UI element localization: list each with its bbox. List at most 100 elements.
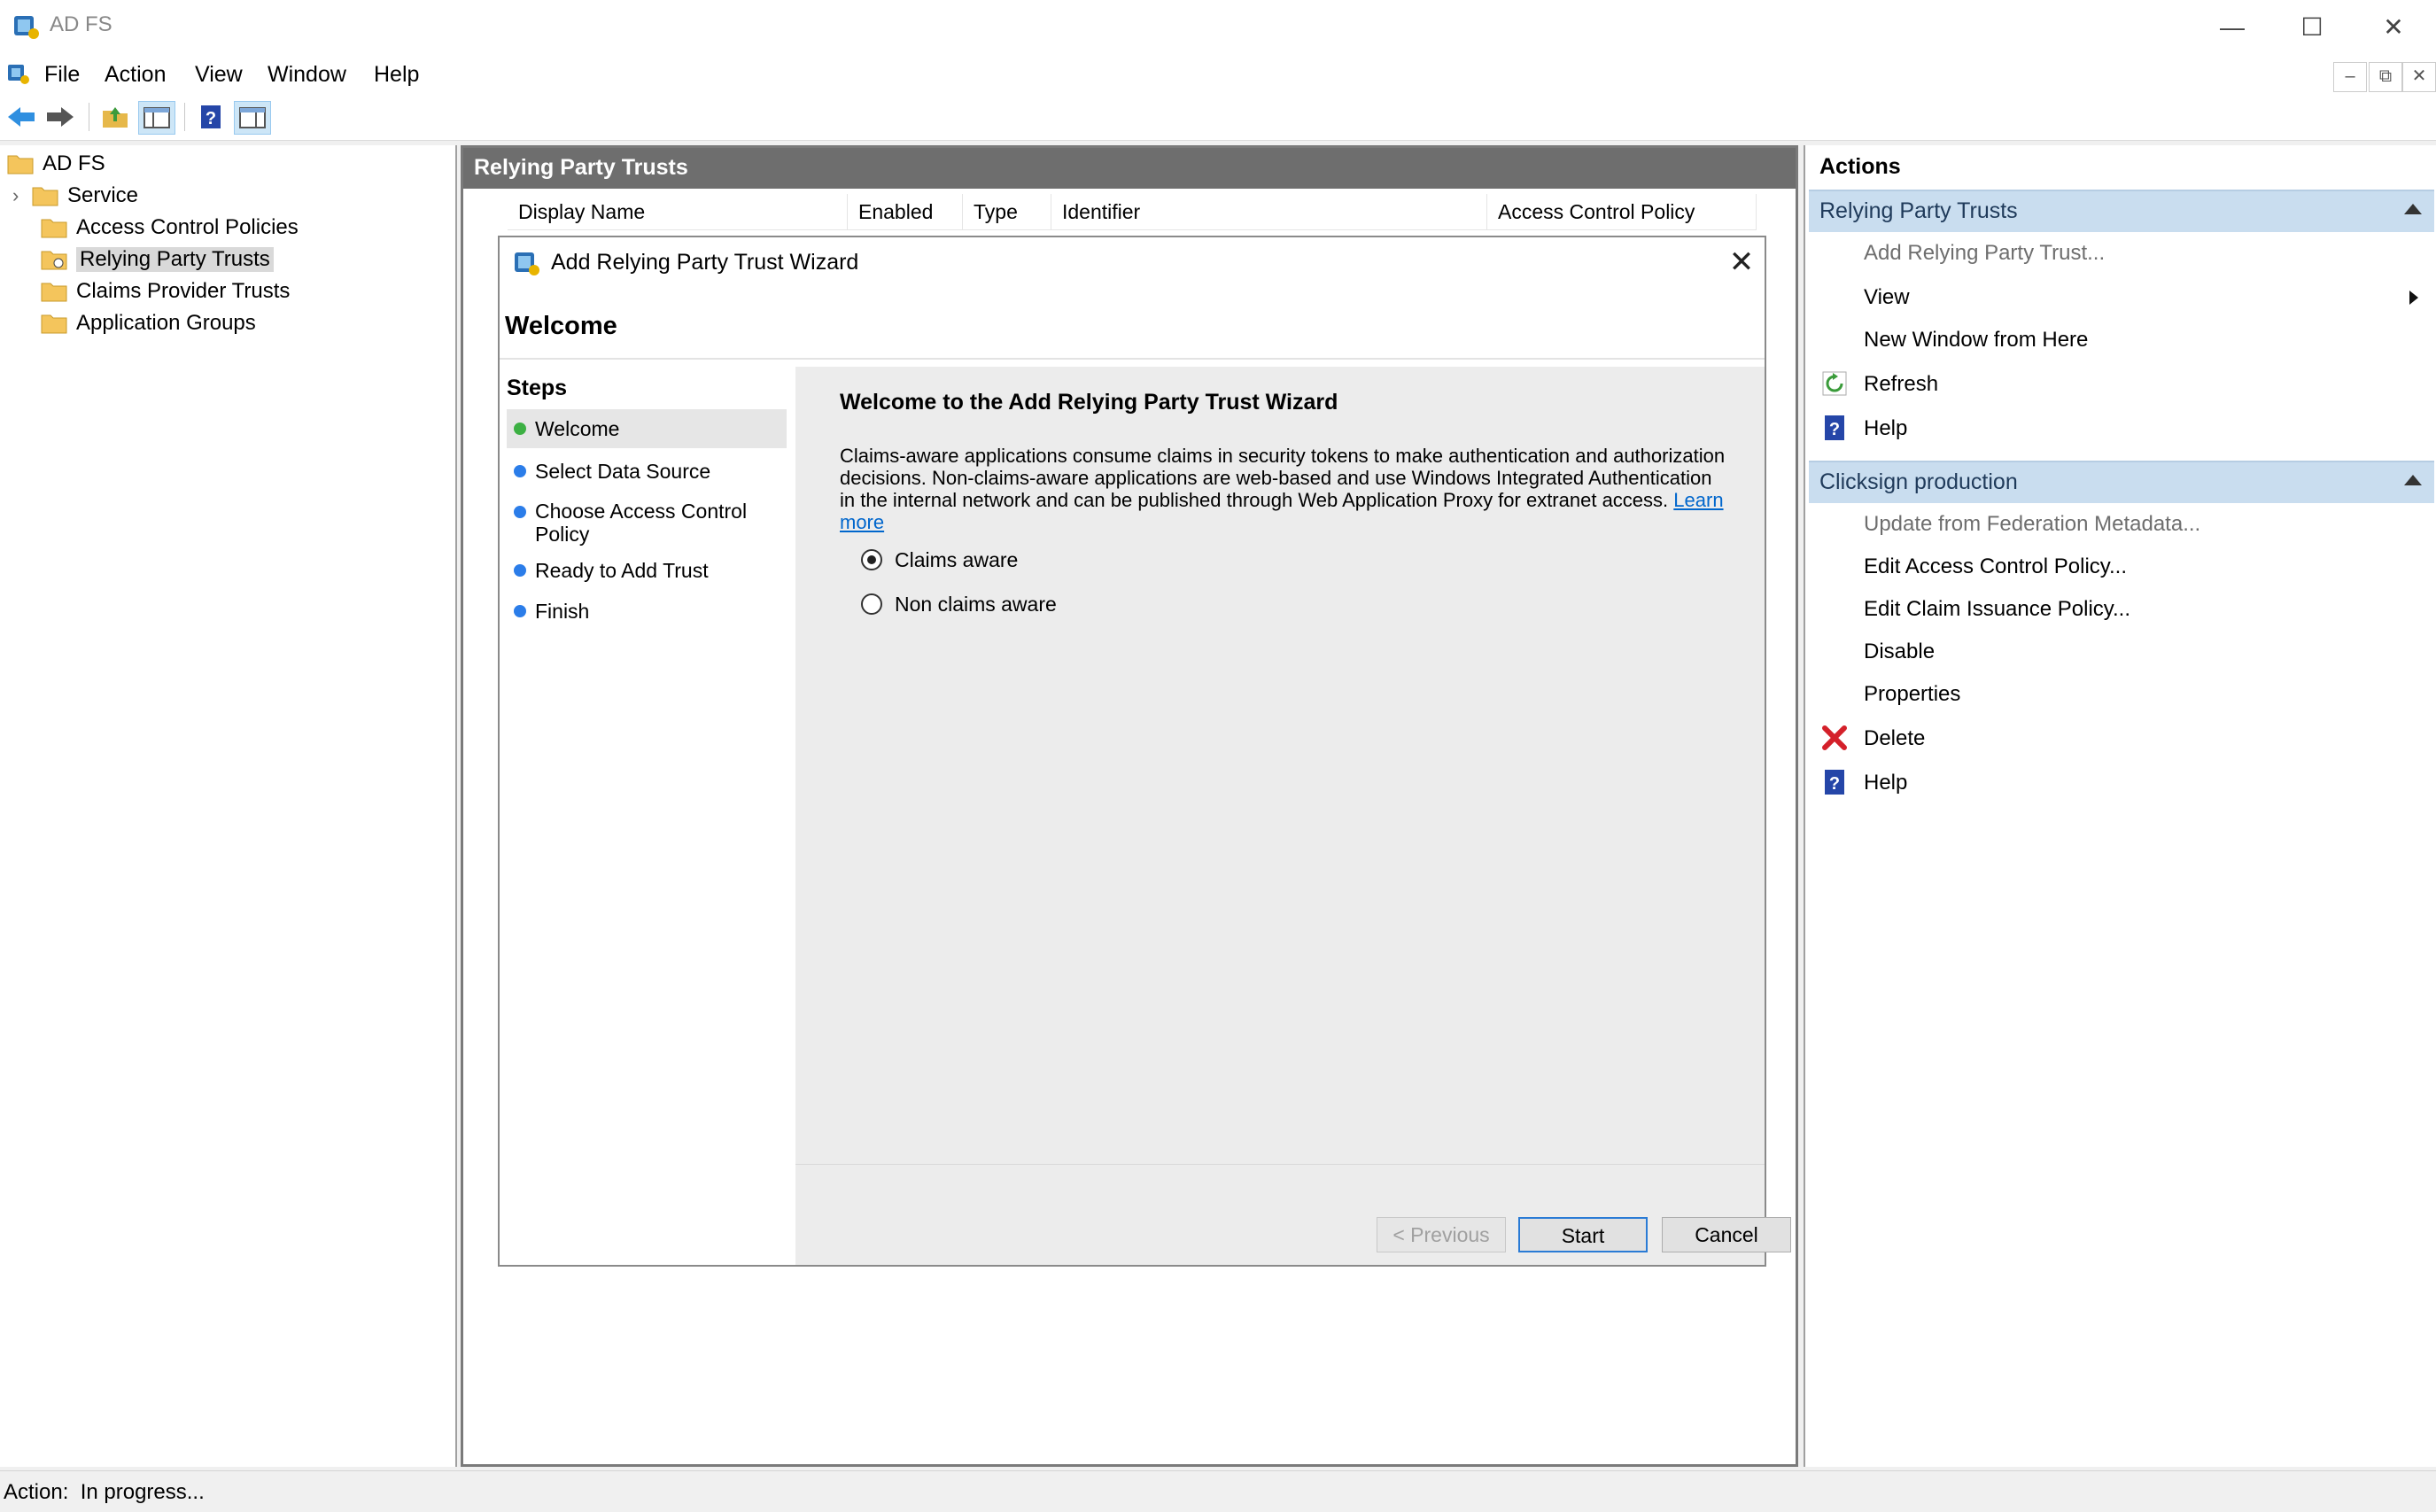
collapse-icon[interactable] <box>2404 475 2422 485</box>
step-status-dot-icon <box>514 564 526 577</box>
tree-item-label: Relying Party Trusts <box>76 247 274 272</box>
tree-root-label: AD FS <box>43 151 105 175</box>
tree-item-access-control-policies[interactable]: Access Control Policies <box>41 213 299 243</box>
toolbar: ? <box>0 94 2436 141</box>
wizard-title: Add Relying Party Trust Wizard <box>551 250 859 275</box>
actions-pane: Actions Relying Party Trusts Add Relying… <box>1804 145 2436 1467</box>
step-status-dot-icon <box>514 605 526 617</box>
action-edit-claim-issuance-policy[interactable]: Edit Claim Issuance Policy... <box>1864 597 2130 622</box>
show-hide-tree-icon <box>144 107 170 128</box>
tree-item-service[interactable]: › Service <box>12 181 138 211</box>
help-icon: ? <box>1825 415 1844 440</box>
section-title: Clicksign production <box>1819 469 2018 494</box>
tree-item-application-groups[interactable]: Application Groups <box>41 308 256 338</box>
folder-icon <box>7 155 34 174</box>
column-header-type[interactable]: Type <box>963 194 1051 229</box>
minimize-button[interactable]: — <box>2206 7 2259 48</box>
step-ready-to-add-trust: Ready to Add Trust <box>507 554 787 586</box>
forward-arrow-icon <box>47 107 74 127</box>
tree-item-label: Application Groups <box>76 311 256 335</box>
chevron-right-icon[interactable]: › <box>12 184 32 207</box>
submenu-arrow-icon <box>2409 291 2418 305</box>
option-non-claims-aware[interactable]: Non claims aware <box>861 588 1057 620</box>
folder-icon <box>41 314 67 334</box>
menu-help[interactable]: Help <box>374 62 419 88</box>
step-label: Select Data Source <box>535 460 711 483</box>
tree-root-adfs[interactable]: AD FS <box>7 149 105 179</box>
wizard-page-heading: Welcome <box>505 312 617 340</box>
action-properties[interactable]: Properties <box>1864 682 1960 707</box>
actions-section-relying-party-trusts[interactable]: Relying Party Trusts <box>1809 190 2434 232</box>
option-label: Claims aware <box>895 547 1019 571</box>
option-label: Non claims aware <box>895 592 1057 616</box>
refresh-icon <box>1822 371 1847 396</box>
step-label: Choose Access Control Policy <box>535 500 748 546</box>
action-edit-access-control-policy[interactable]: Edit Access Control Policy... <box>1864 554 2127 579</box>
action-delete[interactable]: Delete <box>1864 726 1925 751</box>
add-relying-party-trust-wizard: Add Relying Party Trust Wizard ✕ Welcome… <box>498 236 1791 1267</box>
menu-bar: File Action View Window Help – ⧉ ✕ <box>0 55 2436 94</box>
console-icon[interactable] <box>5 60 32 87</box>
show-hide-tree-button[interactable] <box>138 101 175 135</box>
menu-file[interactable]: File <box>44 62 80 88</box>
description-text: Claims-aware applications consume claims… <box>840 445 1726 511</box>
action-disable[interactable]: Disable <box>1864 640 1935 664</box>
option-claims-aware[interactable]: Claims aware <box>861 544 1018 576</box>
close-window-button[interactable]: ✕ <box>2367 7 2420 48</box>
adfs-app-icon <box>14 16 39 39</box>
start-button[interactable]: Start <box>1518 1217 1648 1252</box>
console-tree: AD FS › Service Access Control Policies … <box>0 145 457 1467</box>
step-label: Welcome <box>535 417 620 440</box>
step-welcome: Welcome <box>507 409 787 448</box>
up-level-button[interactable] <box>97 101 133 133</box>
forward-button[interactable] <box>43 101 78 133</box>
menu-window[interactable]: Window <box>268 62 346 88</box>
window-title: AD FS <box>50 12 112 36</box>
menu-view[interactable]: View <box>195 62 243 88</box>
action-help[interactable]: Help <box>1864 416 1907 441</box>
mdi-minimize-button[interactable]: – <box>2333 62 2367 92</box>
action-new-window-from-here[interactable]: New Window from Here <box>1864 328 2088 353</box>
tree-item-label: Access Control Policies <box>76 215 299 239</box>
svg-text:?: ? <box>1829 420 1840 439</box>
results-pane-title: Relying Party Trusts <box>474 155 688 180</box>
tree-item-claims-provider-trusts[interactable]: Claims Provider Trusts <box>41 276 290 306</box>
show-hide-action-pane-icon <box>239 107 266 128</box>
previous-button[interactable]: < Previous <box>1377 1217 1506 1252</box>
help-icon: ? <box>1825 770 1844 795</box>
step-label: Finish <box>535 600 590 623</box>
column-headers: Display Name Enabled Type Identifier Acc… <box>508 194 1757 230</box>
action-add-relying-party-trust[interactable]: Add Relying Party Trust... <box>1864 241 2105 266</box>
action-refresh[interactable]: Refresh <box>1864 372 1938 397</box>
wizard-content: Welcome to the Add Relying Party Trust W… <box>795 367 1791 1265</box>
section-title: Relying Party Trusts <box>1819 198 2018 223</box>
status-bar: Action: In progress... <box>0 1470 2436 1512</box>
radio-button[interactable] <box>861 593 882 615</box>
mdi-close-button[interactable]: ✕ <box>2402 62 2436 92</box>
action-help[interactable]: Help <box>1864 771 1907 795</box>
maximize-button[interactable]: ☐ <box>2285 7 2339 48</box>
help-button[interactable]: ? <box>193 101 229 133</box>
collapse-icon[interactable] <box>2404 204 2422 214</box>
wizard-icon <box>515 252 539 275</box>
back-button[interactable] <box>4 101 39 133</box>
divider <box>795 1164 1765 1165</box>
column-header-display-name[interactable]: Display Name <box>508 194 848 229</box>
mdi-restore-button[interactable]: ⧉ <box>2369 62 2402 92</box>
step-select-data-source: Select Data Source <box>507 455 787 487</box>
results-pane-header: Relying Party Trusts <box>463 148 1796 189</box>
actions-section-clicksign-production[interactable]: Clicksign production <box>1809 461 2434 503</box>
radio-button-selected[interactable] <box>861 549 882 570</box>
action-update-from-federation-metadata[interactable]: Update from Federation Metadata... <box>1864 512 2200 537</box>
column-header-identifier[interactable]: Identifier <box>1051 194 1487 229</box>
menu-action[interactable]: Action <box>105 62 166 88</box>
cancel-button[interactable]: Cancel <box>1662 1217 1791 1252</box>
column-header-access-control-policy[interactable]: Access Control Policy <box>1487 194 1757 229</box>
tree-item-relying-party-trusts[interactable]: Relying Party Trusts <box>41 244 274 275</box>
close-icon[interactable]: ✕ <box>1724 244 1759 280</box>
show-hide-action-pane-button[interactable] <box>234 101 271 135</box>
toolbar-separator <box>184 103 185 131</box>
folder-icon <box>41 283 67 302</box>
column-header-enabled[interactable]: Enabled <box>848 194 963 229</box>
action-view[interactable]: View <box>1864 285 1910 310</box>
